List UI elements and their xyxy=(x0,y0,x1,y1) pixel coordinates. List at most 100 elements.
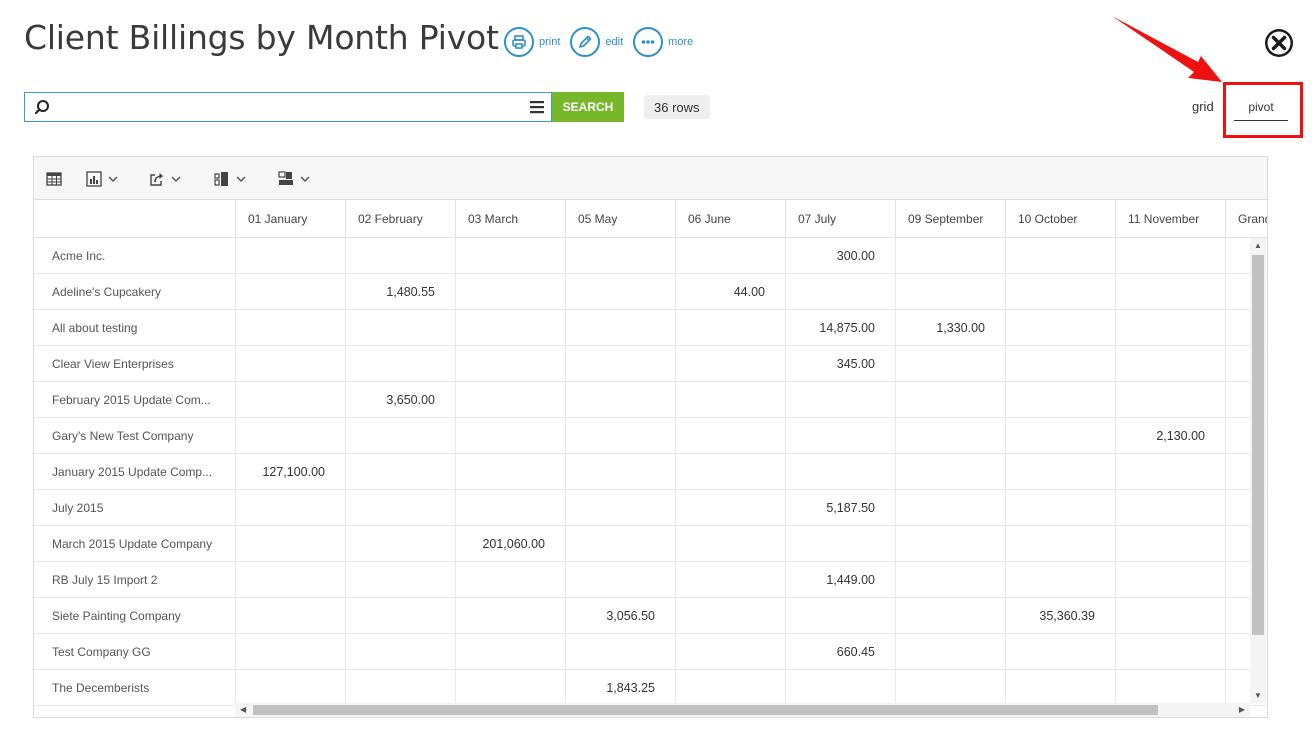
column-header[interactable]: 10 October xyxy=(1005,200,1115,238)
table-cell: 1,843.25 xyxy=(565,670,675,706)
column-header[interactable]: 03 March xyxy=(455,200,565,238)
edit-button[interactable]: edit xyxy=(570,27,623,57)
table-cell xyxy=(565,562,675,598)
red-arrow-annotation xyxy=(1112,16,1222,82)
row-header[interactable]: Adeline's Cupcakery xyxy=(34,274,234,310)
table-cell xyxy=(1005,670,1115,706)
table-cell xyxy=(1115,238,1225,274)
page-title: Client Billings by Month Pivot xyxy=(24,18,499,57)
table-cell xyxy=(565,274,675,310)
table-cell xyxy=(895,346,1005,382)
row-header[interactable]: The Decemberists xyxy=(34,670,234,706)
export-dropdown-button[interactable] xyxy=(149,169,181,189)
table-cell xyxy=(345,490,455,526)
row-header[interactable]: Siete Painting Company xyxy=(34,598,234,634)
scroll-left-arrow-icon[interactable]: ◀ xyxy=(240,705,246,714)
table-cell xyxy=(895,454,1005,490)
table-cell xyxy=(895,634,1005,670)
row-header[interactable]: Test Company GG xyxy=(34,634,234,670)
table-cell xyxy=(235,238,345,274)
vertical-scrollbar[interactable]: ▲ ▼ xyxy=(1250,238,1266,703)
column-header[interactable]: 11 November xyxy=(1115,200,1225,238)
search-button[interactable]: SEARCH xyxy=(552,92,624,122)
scroll-down-arrow-icon[interactable]: ▼ xyxy=(1254,691,1262,700)
chart-dropdown-button[interactable] xyxy=(86,169,118,189)
table-cell: 14,875.00 xyxy=(785,310,895,346)
table-view-button[interactable] xyxy=(46,169,62,189)
table-cell xyxy=(565,310,675,346)
table-cell xyxy=(345,598,455,634)
table-cell: 345.00 xyxy=(785,346,895,382)
table-cell xyxy=(455,274,565,310)
table-cell xyxy=(235,274,345,310)
table-cell xyxy=(1005,562,1115,598)
column-header[interactable]: 07 July xyxy=(785,200,895,238)
close-button[interactable] xyxy=(1263,27,1295,59)
search-input[interactable] xyxy=(53,97,523,117)
table-cell: 1,449.00 xyxy=(785,562,895,598)
table-cell xyxy=(345,346,455,382)
table-cell xyxy=(675,562,785,598)
table-cell xyxy=(345,634,455,670)
horizontal-scroll-thumb[interactable] xyxy=(253,705,1158,715)
scroll-right-arrow-icon[interactable]: ▶ xyxy=(1239,705,1245,714)
row-header[interactable]: Acme Inc. xyxy=(34,238,234,274)
column-header[interactable]: 01 January xyxy=(235,200,345,238)
table-cell xyxy=(565,382,675,418)
column-header[interactable]: 05 May xyxy=(565,200,675,238)
row-header[interactable]: RB July 15 Import 2 xyxy=(34,562,234,598)
row-header[interactable]: Clear View Enterprises xyxy=(34,346,234,382)
horizontal-scrollbar[interactable]: ◀ ▶ xyxy=(235,703,1250,717)
table-cell xyxy=(895,418,1005,454)
table-cell xyxy=(785,418,895,454)
hamburger-menu-icon[interactable] xyxy=(530,100,544,114)
column-header[interactable]: 09 September xyxy=(895,200,1005,238)
table-cell xyxy=(785,526,895,562)
table-cell xyxy=(345,454,455,490)
table-cell xyxy=(675,238,785,274)
table-cell xyxy=(235,346,345,382)
table-cell xyxy=(455,562,565,598)
column-header[interactable]: 06 June xyxy=(675,200,785,238)
table-cell xyxy=(345,418,455,454)
edit-label: edit xyxy=(605,36,624,48)
row-header[interactable]: Gary's New Test Company xyxy=(34,418,234,454)
scroll-up-arrow-icon[interactable]: ▲ xyxy=(1254,241,1262,250)
table-cell xyxy=(675,454,785,490)
table-cell: 1,330.00 xyxy=(895,310,1005,346)
table-row: Test Company GG 660.45 xyxy=(34,634,1267,670)
table-cell xyxy=(1005,526,1115,562)
table-cell xyxy=(785,274,895,310)
row-header[interactable]: March 2015 Update Company xyxy=(34,526,234,562)
view-grid-tab[interactable]: grid xyxy=(1192,99,1214,114)
column-header[interactable]: Grand xyxy=(1225,200,1267,238)
column-layout-icon xyxy=(214,172,228,186)
table-cell xyxy=(675,670,785,706)
print-button[interactable]: print xyxy=(504,27,560,57)
table-cell xyxy=(565,418,675,454)
table-cell: 35,360.39 xyxy=(1005,598,1115,634)
more-button[interactable]: more xyxy=(633,27,693,57)
table-cell xyxy=(895,274,1005,310)
table-cell xyxy=(565,526,675,562)
pivot-grid: 01 January 02 February 03 March 05 May 06 Ju… xyxy=(34,200,1267,706)
action-bar: print edit more xyxy=(504,27,703,57)
table-cell xyxy=(345,238,455,274)
table-cell xyxy=(785,382,895,418)
table-cell xyxy=(675,598,785,634)
table-row: The Decemberists 1,843.25 xyxy=(34,670,1267,706)
table-cell xyxy=(565,634,675,670)
row-header[interactable]: January 2015 Update Comp... xyxy=(34,454,234,490)
row-header[interactable]: July 2015 xyxy=(34,490,234,526)
table-row: Acme Inc. 300.00 xyxy=(34,238,1267,274)
table-cell xyxy=(455,238,565,274)
chevron-down-icon xyxy=(171,176,181,182)
table-cell xyxy=(1005,490,1115,526)
layout-dropdown-button[interactable] xyxy=(214,169,246,189)
row-header[interactable]: February 2015 Update Com... xyxy=(34,382,234,418)
column-header[interactable]: 02 February xyxy=(345,200,455,238)
row-header[interactable]: All about testing xyxy=(34,310,234,346)
vertical-scroll-thumb[interactable] xyxy=(1252,255,1264,635)
column-header-row: 01 January 02 February 03 March 05 May 06 Ju… xyxy=(34,200,1267,238)
fields-dropdown-button[interactable] xyxy=(278,169,310,189)
